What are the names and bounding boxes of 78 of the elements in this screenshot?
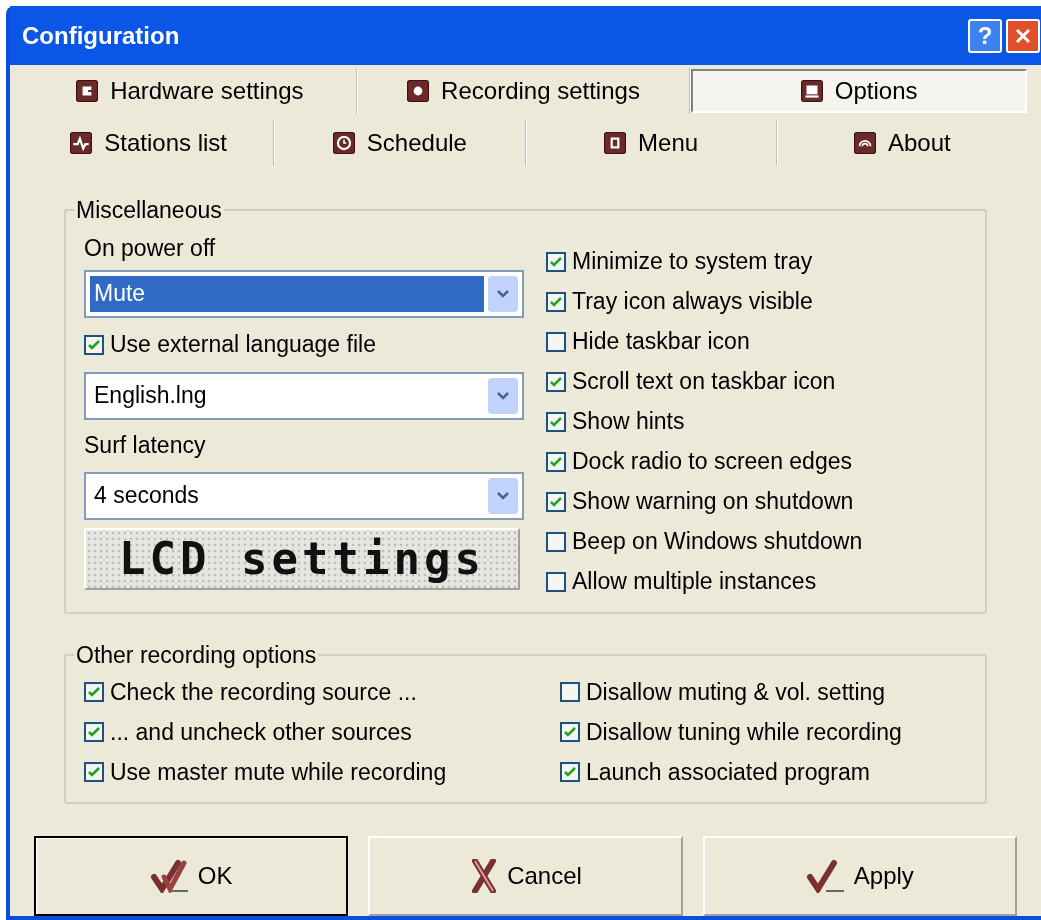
record-icon [407,80,430,102]
checkbox[interactable] [546,531,566,552]
checkbox-label: Dock radio to screen edges [572,447,852,477]
signal-icon [854,132,876,154]
check-icon [88,687,100,697]
tab[interactable]: Hardware settings [24,69,356,113]
clock-icon [332,132,355,154]
check-icon [564,727,576,737]
checkmark-icon [149,859,190,893]
checkbox-label: Tray icon always visible [572,287,813,317]
checkbox-label: Disallow muting & vol. setting [586,677,886,707]
tab[interactable]: Options [691,69,1027,113]
dropdown[interactable]: English.lng [84,371,524,420]
field-label: Surf latency [84,431,207,461]
checkmark-icon [805,859,846,893]
pulse-icon [70,132,93,154]
checkbox[interactable] [560,762,580,782]
dropdown-value: Mute [90,275,484,312]
checkbox[interactable] [560,722,580,742]
close-icon [1014,26,1032,45]
plug-icon [76,80,99,102]
check-icon [550,376,562,387]
menu-icon [604,132,627,154]
checkbox-label: Minimize to system tray [572,247,813,277]
tab[interactable]: Schedule [275,121,525,165]
dropdown[interactable]: Mute [84,269,524,318]
checkbox-label: Disallow tuning while recording [586,717,902,747]
check-icon [88,767,100,777]
check-icon [550,296,562,307]
check-icon [88,727,100,737]
checkbox-label: ... and uncheck other sources [110,717,412,747]
checkbox-label: Use master mute while recording [110,757,447,787]
close-button[interactable] [1006,18,1040,53]
checkbox[interactable] [546,331,566,352]
checkbox[interactable] [546,291,566,312]
tab[interactable]: Menu [526,121,776,165]
checkbox[interactable] [546,251,566,272]
check-icon [550,256,562,267]
checkbox-label: Hide taskbar icon [572,327,750,357]
monitor-icon [800,80,823,102]
checkbox[interactable] [546,371,566,392]
checkbox[interactable] [546,451,566,472]
checkbox[interactable] [84,762,104,782]
check-icon [564,767,576,777]
checkbox-label: Allow multiple instances [572,567,817,597]
checkbox[interactable] [84,722,104,742]
checkbox-label: Check the recording source ... [110,677,417,707]
checkbox-label: Show warning on shutdown [572,487,854,517]
checkbox-label: Show hints [572,407,685,437]
checkbox-label: Beep on Windows shutdown [572,527,863,557]
help-button[interactable]: ? [968,18,1002,53]
checkbox[interactable] [560,682,580,702]
window-title: Configuration [22,20,181,51]
dropdown-value: English.lng [93,381,208,411]
field-label: On power off [84,234,217,264]
checkbox[interactable] [84,682,104,702]
checkbox-label: Launch associated program [586,757,870,787]
checkbox[interactable] [546,491,566,512]
group-title: Miscellaneous [75,196,223,225]
dropdown-value: 4 seconds [93,481,200,511]
checkbox-label: Scroll text on taskbar icon [572,367,836,397]
checkbox[interactable] [84,334,104,355]
tab[interactable]: About [777,121,1027,165]
check-icon [88,339,100,350]
checkbox[interactable] [546,571,566,592]
check-icon [550,496,562,507]
tab[interactable]: Recording settings [357,69,690,113]
dialog-button[interactable]: Apply [702,836,1017,916]
dialog-button[interactable]: OK [34,836,349,916]
check-icon [550,416,562,427]
lcd-settings-button[interactable]: LCD settings [84,527,520,590]
checkbox-label: Use external language file [110,330,376,360]
dialog-button[interactable]: Cancel [368,836,683,916]
tab[interactable]: Stations list [24,121,274,165]
checkbox[interactable] [546,411,566,432]
group-title: Other recording options [75,640,318,670]
dropdown[interactable]: 4 seconds [84,471,524,520]
check-icon [550,456,562,467]
